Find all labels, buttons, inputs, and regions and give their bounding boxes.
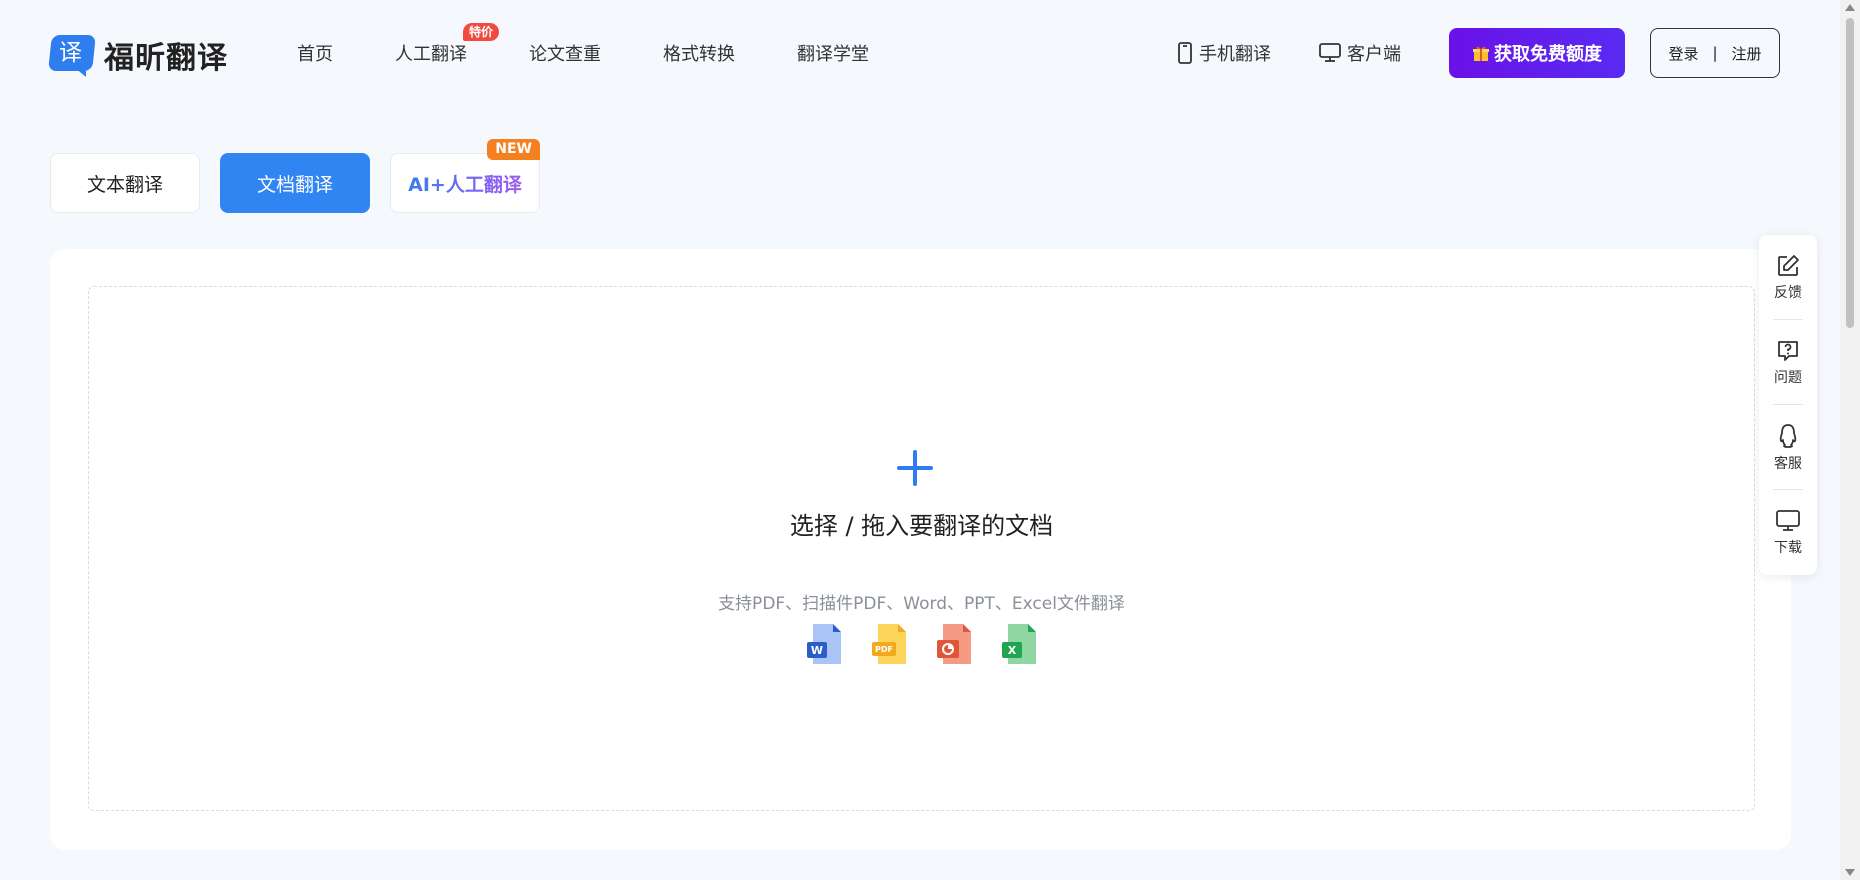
file-type-icons: W PDF X [807, 624, 1067, 664]
mobile-translate-label: 手机翻译 [1199, 44, 1271, 65]
monitor-icon [1319, 43, 1341, 62]
get-free-quota-button[interactable]: 获取免费额度 [1449, 28, 1625, 78]
nav-format-convert[interactable]: 格式转换 [663, 40, 735, 66]
customer-service-label: 客服 [1774, 455, 1802, 472]
nav-home-label: 首页 [297, 44, 333, 65]
client-label: 客户端 [1347, 44, 1401, 65]
nav-plagiarism-check-label: 论文查重 [529, 44, 601, 65]
page-scrollbar[interactable] [1840, 0, 1860, 880]
feedback-button[interactable]: 反馈 [1759, 235, 1817, 320]
page: 译 福昕翻译 首页 人工翻译 特价 论文查重 格式转换 翻译学堂 手机翻译 客户… [0, 0, 1860, 880]
add-file-icon[interactable] [897, 450, 933, 486]
scroll-up-arrow-icon[interactable] [1845, 4, 1855, 11]
nav-format-convert-label: 格式转换 [663, 44, 735, 65]
logo[interactable]: 译 福昕翻译 [48, 33, 228, 77]
pdf-file-label: PDF [875, 645, 893, 654]
new-badge: NEW [487, 139, 540, 160]
qq-icon [1779, 423, 1797, 448]
free-quota-label: 获取免费额度 [1494, 44, 1602, 65]
word-file-label: W [811, 644, 823, 657]
faq-label: 问题 [1774, 369, 1802, 386]
main-nav: 首页 人工翻译 特价 论文查重 格式转换 翻译学堂 [297, 23, 931, 66]
scroll-thumb[interactable] [1846, 18, 1854, 328]
nav-plagiarism-check[interactable]: 论文查重 [529, 40, 601, 66]
feedback-label: 反馈 [1774, 284, 1802, 301]
tab-text-translation-label: 文本翻译 [86, 173, 163, 196]
upload-title: 选择 / 拖入要翻译的文档 [789, 512, 1054, 540]
special-price-badge: 特价 [462, 23, 499, 41]
login-separator: | [1712, 44, 1718, 62]
logo-icon: 译 [48, 35, 96, 77]
excel-file-icon: X [1002, 624, 1036, 664]
header-actions: 手机翻译 客户端 获取免费额度 登录 | 注册 [1177, 28, 1780, 78]
tab-document-translation[interactable]: 文档翻译 [220, 153, 370, 213]
supported-formats-text: 支持PDF、扫描件PDF、Word、PPT、Excel文件翻译 [718, 594, 1125, 614]
edit-icon [1778, 254, 1799, 276]
tab-text-translation[interactable]: 文本翻译 [50, 153, 200, 213]
tab-document-translation-label: 文档翻译 [256, 173, 333, 196]
gift-icon [1473, 46, 1489, 61]
logo-text: 福昕翻译 [104, 41, 228, 76]
phone-icon [1178, 42, 1192, 64]
nav-human-translation-label: 人工翻译 [395, 44, 467, 65]
word-file-icon: W [807, 624, 841, 664]
monitor-icon [1776, 509, 1800, 531]
translation-mode-tabs: 文本翻译 文档翻译 AI+人工翻译 NEW [50, 139, 560, 213]
mobile-translate-link[interactable]: 手机翻译 [1177, 40, 1271, 66]
excel-file-label: X [1008, 644, 1017, 657]
file-dropzone[interactable]: 选择 / 拖入要翻译的文档 支持PDF、扫描件PDF、Word、PPT、Exce… [88, 286, 1755, 811]
login-register-box: 登录 | 注册 [1650, 28, 1780, 78]
register-link[interactable]: 注册 [1732, 43, 1762, 64]
client-link[interactable]: 客户端 [1319, 40, 1401, 66]
nav-translation-academy-label: 翻译学堂 [797, 44, 869, 65]
logo-glyph: 译 [59, 40, 82, 66]
customer-service-button[interactable]: 客服 [1759, 405, 1817, 490]
faq-button[interactable]: 问题 [1759, 320, 1817, 405]
nav-human-translation[interactable]: 人工翻译 特价 [395, 23, 499, 66]
upload-card: 选择 / 拖入要翻译的文档 支持PDF、扫描件PDF、Word、PPT、Exce… [50, 249, 1791, 850]
login-link[interactable]: 登录 [1668, 43, 1698, 64]
download-label: 下载 [1774, 539, 1802, 556]
nav-translation-academy[interactable]: 翻译学堂 [797, 40, 869, 66]
nav-home[interactable]: 首页 [297, 40, 333, 66]
top-header: 译 福昕翻译 首页 人工翻译 特价 论文查重 格式转换 翻译学堂 手机翻译 客户… [0, 0, 1840, 106]
tab-ai-human-translation[interactable]: AI+人工翻译 NEW [390, 139, 540, 213]
floating-side-toolbar: 反馈 问题 客服 下载 [1759, 235, 1817, 575]
question-icon [1778, 340, 1798, 361]
ppt-file-icon [937, 624, 971, 664]
pdf-file-icon: PDF [872, 624, 906, 664]
tab-ai-human-translation-label: AI+人工翻译 [408, 170, 522, 197]
download-button[interactable]: 下载 [1759, 490, 1817, 575]
scroll-down-arrow-icon[interactable] [1845, 869, 1855, 876]
